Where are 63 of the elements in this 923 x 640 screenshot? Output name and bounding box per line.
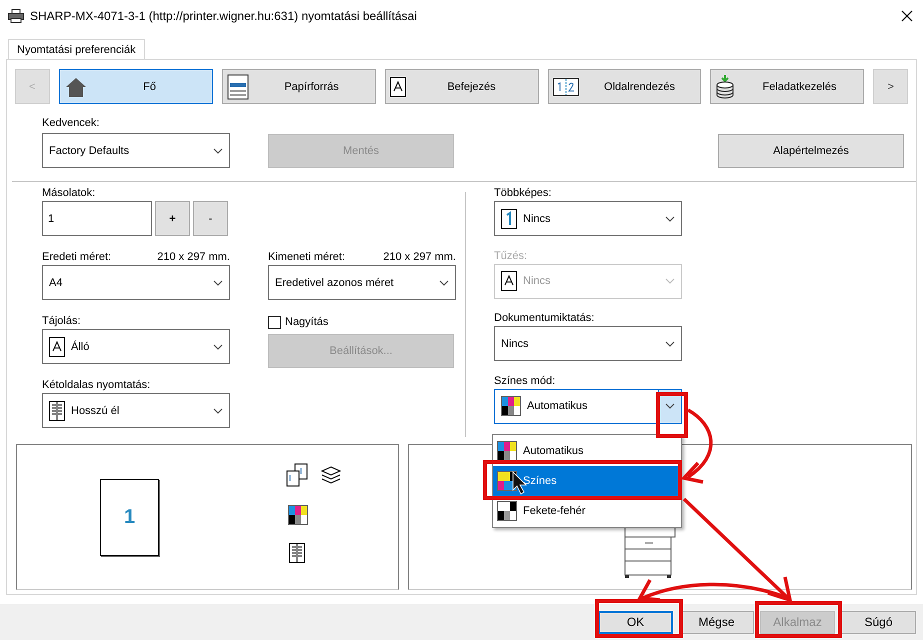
chevron-icon <box>665 340 675 346</box>
printer-icon <box>226 74 249 100</box>
database-icon <box>715 74 736 98</box>
window-title: SHARP-MX-4071-3-1 (http://printer.wigner.hu:631) nyomtatási beállításai <box>30 9 417 23</box>
size-reading: 210 x 297 mm. <box>157 251 230 263</box>
field-label: Dokumentumiktatás: <box>494 312 596 324</box>
chevron-icon <box>213 280 223 286</box>
field-label: Kimeneti méret: <box>268 251 346 263</box>
field-label: Eredeti méret: <box>42 251 112 263</box>
dropdown-option[interactable]: Fekete-fehér <box>493 496 681 526</box>
color-mode-preview-icon <box>288 505 308 525</box>
category-button[interactable]: Fő <box>58 69 213 104</box>
field-label: Kedvencek: <box>42 117 100 129</box>
favorites-dropdown[interactable]: Factory Defaults <box>42 133 230 168</box>
size-reading: 210 x 297 mm. <box>383 251 456 263</box>
copies-field[interactable]: 1 <box>42 201 152 236</box>
tab[interactable]: Nyomtatási preferenciák <box>8 39 145 60</box>
orientation-icon <box>49 336 65 356</box>
orientation-dropdown[interactable]: Álló <box>42 329 230 364</box>
chevron-icon <box>665 403 675 409</box>
category-button[interactable]: Oldalrendezés <box>548 69 702 104</box>
category-button[interactable]: Feladatkezelés <box>710 69 864 104</box>
color-mode-icon <box>501 396 521 416</box>
stack-icon <box>321 465 341 485</box>
stapling-icon <box>501 271 517 291</box>
field-label: Tájolás: <box>42 315 82 327</box>
chevron-icon <box>213 344 223 350</box>
increment-button[interactable]: + <box>155 201 190 236</box>
printer-icon <box>8 9 24 23</box>
option-icon <box>497 441 517 461</box>
highlight-box <box>656 392 688 438</box>
dialog-button[interactable]: Súgó <box>841 610 916 634</box>
dialog-button[interactable]: OK <box>598 610 673 634</box>
defaults-button[interactable]: Alapértelmezés <box>718 134 904 168</box>
original-size-dropdown[interactable]: A4 <box>42 265 230 300</box>
chevron-icon <box>213 408 223 414</box>
field-label: Színes mód: <box>494 374 556 386</box>
collate-icon <box>286 463 308 487</box>
duplex-icon <box>49 400 65 422</box>
color-mode-dropdown[interactable]: Automatikus <box>494 388 682 424</box>
duplex-preview-icon <box>289 542 305 564</box>
pages-icon <box>552 78 578 96</box>
next-button[interactable]: > <box>873 69 908 104</box>
chevron-icon <box>439 280 449 286</box>
category-button[interactable]: Befejezés <box>384 69 538 104</box>
dropdown-option[interactable]: Színes <box>493 466 681 496</box>
chevron-icon <box>213 148 223 154</box>
chevron-icon <box>665 216 675 222</box>
chevron-icon <box>665 278 675 284</box>
field-label: Kétoldalas nyomtatás: <box>42 379 152 391</box>
dropdown-option[interactable]: Automatikus <box>493 436 681 466</box>
field-label: Másolatok: <box>42 187 96 199</box>
output-size-dropdown[interactable]: Eredetivel azonos méret <box>268 265 456 300</box>
field-label: Tűzés: <box>494 250 528 262</box>
close-icon[interactable] <box>901 10 913 22</box>
page-number: 1 <box>124 506 136 529</box>
decrement-button[interactable]: - <box>193 201 228 236</box>
zoom-checkbox[interactable]: Nagyítás <box>268 315 328 329</box>
filing-dropdown[interactable]: Nincs <box>494 326 682 361</box>
field-label: Többképes: <box>494 187 552 199</box>
option-icon <box>497 501 517 521</box>
category-button[interactable]: Papírforrás <box>222 69 376 104</box>
duplex-dropdown[interactable]: Hosszú él <box>42 393 230 428</box>
